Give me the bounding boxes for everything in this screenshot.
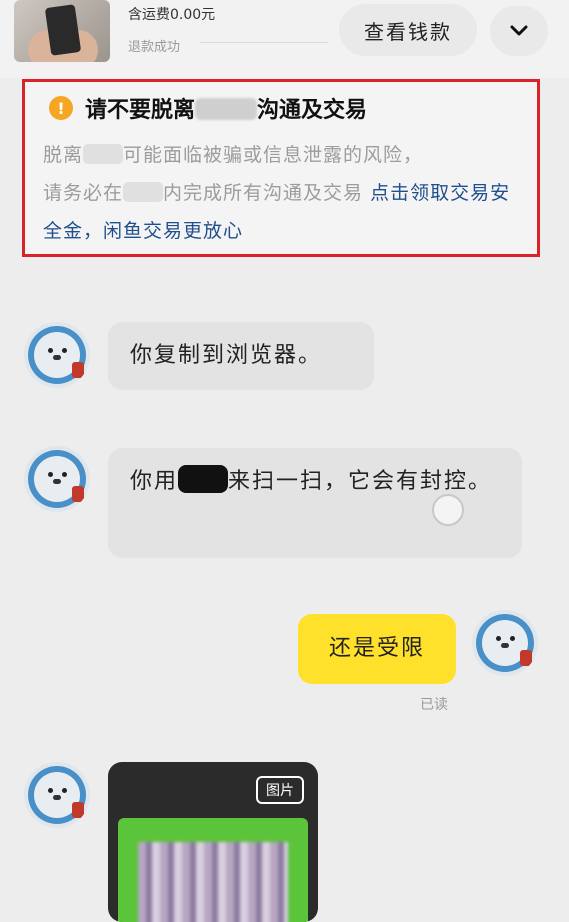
thumbnail-device [44,4,82,56]
warning-line2-end: 内完成所有沟通及交易 [163,182,364,204]
seller-avatar[interactable] [24,762,90,828]
my-avatar[interactable] [472,610,538,676]
warning-line1-start: 脱离 [43,144,84,166]
redacted-app-name [123,182,164,202]
blurred-qr-code [138,842,288,922]
image-message[interactable]: 图片 [108,762,318,922]
price-text: 含运费0.00元 [128,7,216,23]
view-refund-button[interactable]: 查看钱款 [339,4,477,56]
refund-status: 退款成功 [128,40,181,55]
redacted-app-name [195,98,258,120]
chevron-down-icon [510,25,528,36]
seller-avatar[interactable] [24,446,90,512]
message-text: 你复制到浏览器。 [130,343,323,368]
expand-button[interactable] [490,6,548,56]
touch-indicator [432,494,464,526]
sent-message-bubble[interactable]: 还是受限 [298,614,456,684]
warning-body: 脱离 可能面临被骗或信息泄露的风险， 请务必在 内完成所有沟通及交易 点击领取交易安… [43,136,523,250]
redacted-app-name [178,465,229,493]
message-text: 还是受限 [328,636,425,661]
message-text-start: 你用 [130,469,179,494]
safety-warning-banner: ! 请不要脱离 沟通及交易 脱离 可能面临被骗或信息泄露的风险， 请务必在 内完成所有… [22,79,540,257]
warning-line1-end: 可能面临被骗或信息泄露的风险， [123,144,424,166]
warning-title-end: 沟通及交易 [257,98,368,123]
order-bar: 含运费0.00元 退款成功 查看钱款 [0,0,569,78]
read-status: 已读 [420,697,448,713]
exclamation-icon: ! [49,96,73,120]
redacted-app-name [83,144,124,164]
warning-title: 请不要脱离 沟通及交易 [85,92,367,124]
seller-avatar[interactable] [24,322,90,388]
image-tag: 图片 [256,776,304,804]
divider [200,42,328,43]
received-message-bubble[interactable]: 你复制到浏览器。 [108,322,374,390]
product-thumbnail[interactable] [14,0,110,62]
warning-title-start: 请不要脱离 [85,98,196,123]
message-text-end: 来扫一扫，它会有封控。 [228,469,493,494]
warning-line2-start: 请务必在 [43,182,124,204]
